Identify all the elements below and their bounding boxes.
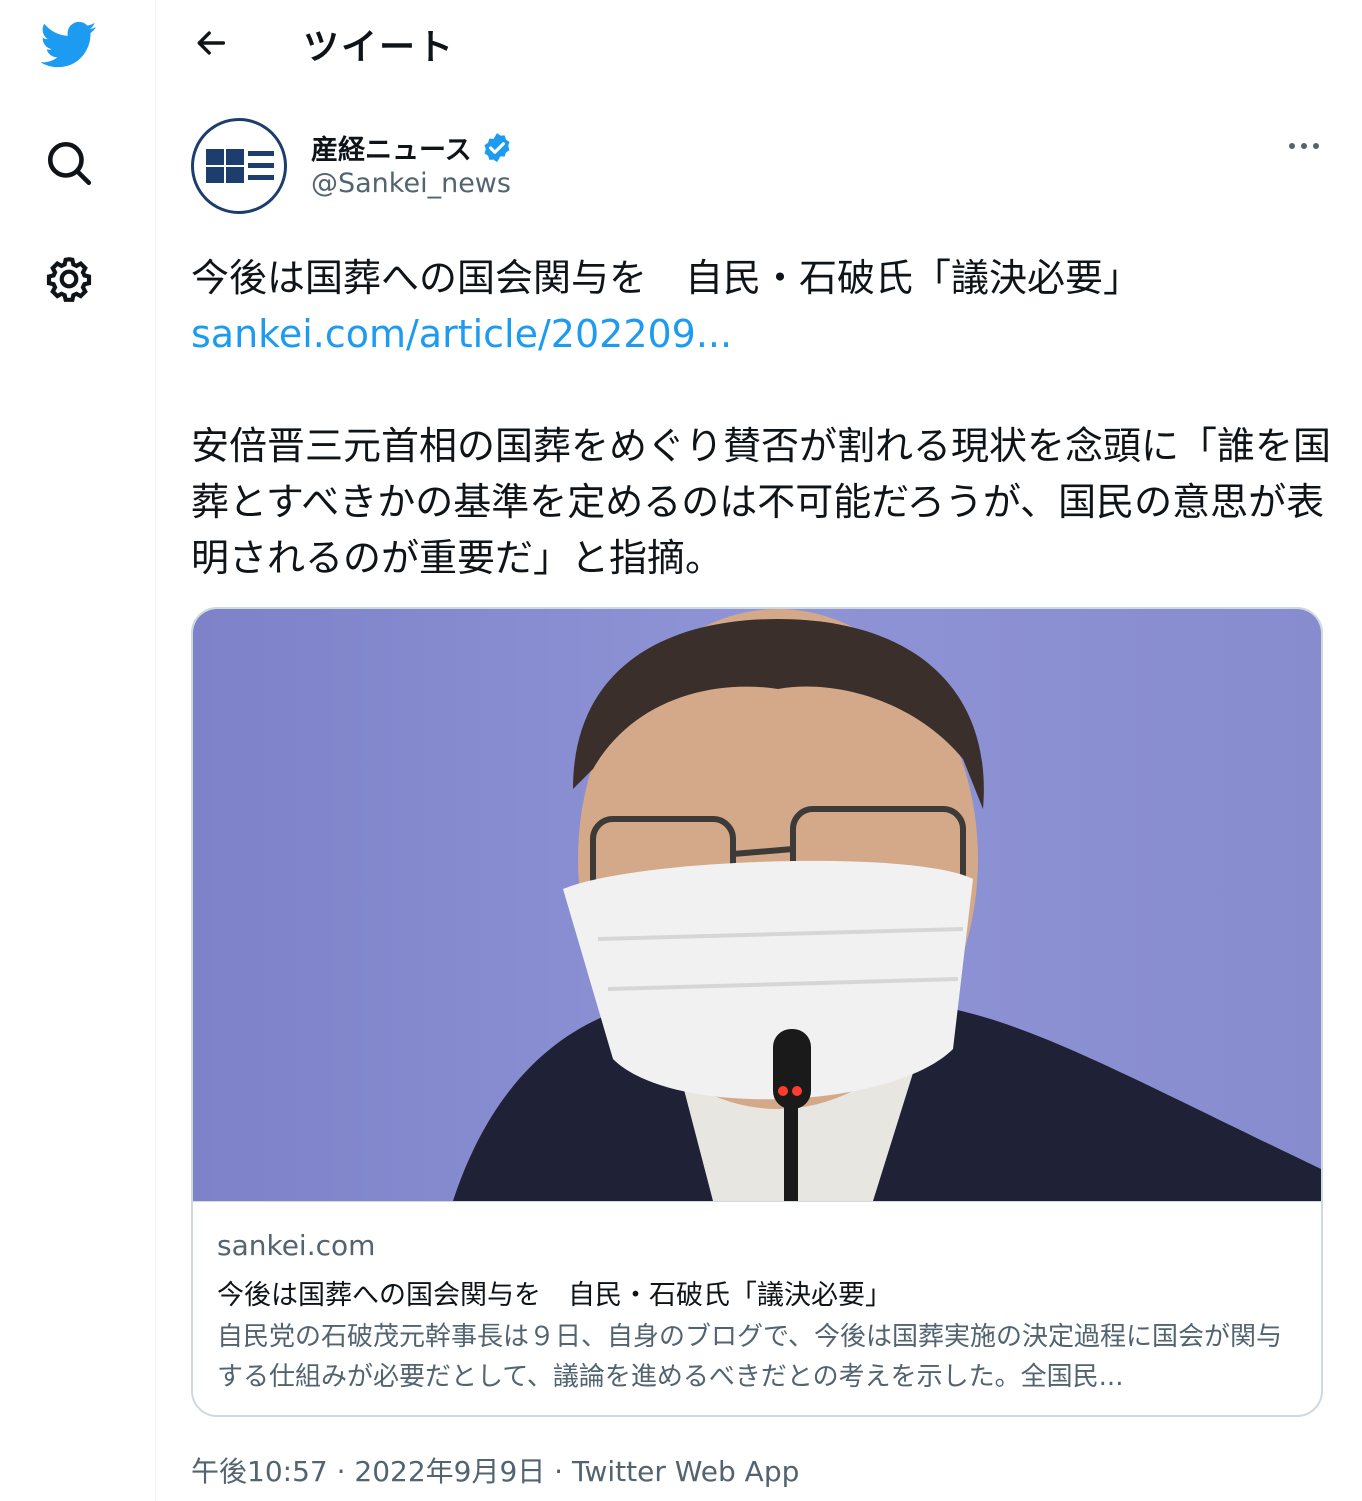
main-column: ツイート 産経ニュース @Sankei_news 今後は国葬への国会関与を 自民… bbox=[157, 0, 1362, 1501]
back-button[interactable] bbox=[187, 18, 237, 68]
author-handle[interactable]: @Sankei_news bbox=[311, 168, 511, 199]
gear-icon[interactable] bbox=[38, 248, 100, 310]
header: ツイート bbox=[157, 0, 1362, 90]
card-title: 今後は国葬への国会関与を 自民・石破氏「議決必要」 bbox=[217, 1280, 892, 1311]
sankei-logo-icon bbox=[206, 149, 274, 183]
card-image bbox=[193, 609, 1321, 1202]
tweet-body: 安倍晋三元首相の国葬をめぐり賛否が割れる現状を念頭に「誰を国葬とすべきかの基準を… bbox=[191, 424, 1332, 580]
card-domain: sankei.com bbox=[217, 1229, 376, 1262]
twitter-bird-icon[interactable] bbox=[38, 14, 100, 76]
page-title: ツイート bbox=[303, 27, 456, 68]
tweet-timestamp[interactable]: 午後10:57 · 2022年9月9日 · Twitter Web App bbox=[191, 1450, 799, 1490]
tweet-link[interactable]: sankei.com/article/202209... bbox=[191, 312, 732, 356]
author-name[interactable]: 産経ニュース bbox=[311, 128, 514, 167]
card-description: 自民党の石破茂元幹事長は９日、自身のブログで、今後は国葬実施の決定過程に国会が関… bbox=[217, 1322, 1282, 1392]
tweet-text: 今後は国葬への国会関与を 自民・石破氏「議決必要」 sankei.com/art… bbox=[191, 250, 1331, 586]
search-icon[interactable] bbox=[38, 132, 100, 194]
link-card[interactable]: sankei.com 今後は国葬への国会関与を 自民・石破氏「議決必要」 自民党… bbox=[191, 607, 1323, 1417]
more-options-button[interactable] bbox=[1277, 126, 1331, 166]
tweet-headline: 今後は国葬への国会関与を 自民・石破氏「議決必要」 bbox=[191, 256, 1142, 300]
verified-badge-icon bbox=[484, 132, 510, 162]
sidebar bbox=[0, 0, 156, 1501]
more-dots-icon bbox=[1289, 143, 1319, 149]
author-name-text: 産経ニュース bbox=[311, 135, 472, 166]
back-arrow-icon bbox=[197, 31, 226, 55]
avatar[interactable] bbox=[191, 118, 287, 214]
